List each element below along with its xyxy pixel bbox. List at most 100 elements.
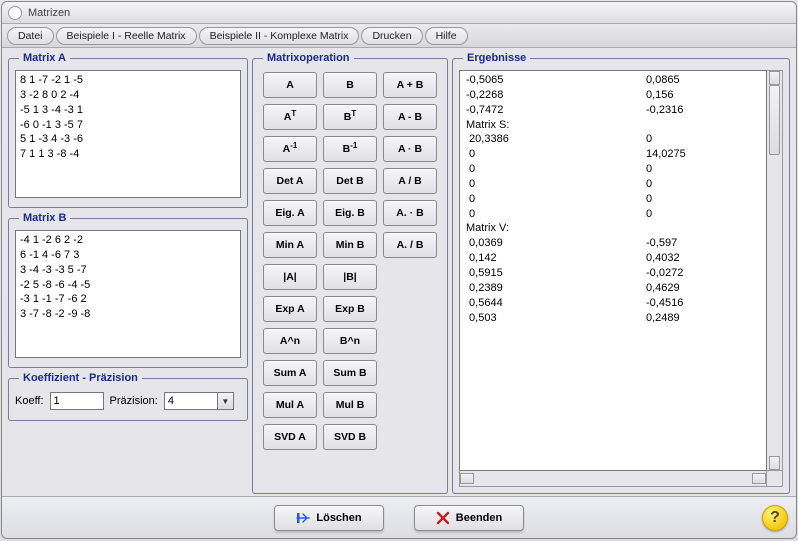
op-b-inverse[interactable]: B-1 (323, 136, 377, 162)
results-row: 0,5030,2489 (466, 311, 760, 326)
results-cell: 0 (646, 207, 760, 222)
op-a-dot-times-b[interactable]: A. · B (383, 200, 437, 226)
op-sum-b[interactable]: Sum B (323, 360, 377, 386)
praezision-label: Präzision: (110, 395, 158, 407)
results-row: 20,33860 (466, 132, 760, 147)
results-cell: 0,142 (466, 251, 646, 266)
results-row: 014,0275 (466, 147, 760, 162)
menu-beispiele-1[interactable]: Beispiele I - Reelle Matrix (56, 27, 197, 45)
op-a-plus-b[interactable]: A + B (383, 72, 437, 98)
results-textarea[interactable]: -0,50650,0865-0,22680,156-0,7472-0,2316M… (459, 70, 767, 471)
help-icon[interactable]: ? (762, 505, 788, 531)
results-cell: -0,5065 (466, 73, 646, 88)
exit-button[interactable]: Beenden (414, 505, 524, 531)
legend-matrix-b: Matrix B (19, 212, 70, 224)
op-min-a[interactable]: Min A (263, 232, 317, 258)
results-cell: -0,4516 (646, 296, 760, 311)
op-eig-b[interactable]: Eig. B (323, 200, 377, 226)
clear-icon (296, 511, 310, 525)
results-cell: 0,5915 (466, 266, 646, 281)
results-cell: 20,3386 (466, 132, 646, 147)
scrollbar-thumb[interactable] (769, 85, 780, 155)
results-cell: 0,2389 (466, 281, 646, 296)
results-cell: 0 (646, 192, 760, 207)
op-a-transpose[interactable]: AT (263, 104, 317, 130)
op-a[interactable]: A (263, 72, 317, 98)
op-svd-b[interactable]: SVD B (323, 424, 377, 450)
op-a-pow-n[interactable]: A^n (263, 328, 317, 354)
op-abs-b[interactable]: |B| (323, 264, 377, 290)
op-exp-b[interactable]: Exp B (323, 296, 377, 322)
op-abs-a[interactable]: |A| (263, 264, 317, 290)
results-cell: Matrix V: (466, 221, 646, 236)
app-window: Matrizen Datei Beispiele I - Reelle Matr… (1, 1, 797, 539)
chevron-down-icon: ▼ (221, 397, 229, 406)
menu-beispiele-2[interactable]: Beispiele II - Komplexe Matrix (199, 27, 360, 45)
results-cell: 14,0275 (646, 147, 760, 162)
legend-matrixoperation: Matrixoperation (263, 52, 354, 64)
op-b[interactable]: B (323, 72, 377, 98)
op-a-times-b[interactable]: A · B (383, 136, 437, 162)
op-a-inverse[interactable]: A-1 (263, 136, 317, 162)
op-mul-b[interactable]: Mul B (323, 392, 377, 418)
window-title: Matrizen (28, 7, 70, 19)
results-row: 00 (466, 162, 760, 177)
op-svd-a[interactable]: SVD A (263, 424, 317, 450)
results-cell: 0,4032 (646, 251, 760, 266)
op-b-transpose[interactable]: BT (323, 104, 377, 130)
titlebar[interactable]: Matrizen (2, 2, 796, 24)
op-min-b[interactable]: Min B (323, 232, 377, 258)
results-cell (646, 118, 760, 133)
app-icon (8, 6, 22, 20)
results-cell: 0 (466, 177, 646, 192)
op-exp-a[interactable]: Exp A (263, 296, 317, 322)
op-det-a[interactable]: Det A (263, 168, 317, 194)
results-cell: 0,2489 (646, 311, 760, 326)
content-area: Matrix A Matrix B Koeffizient - Präzisio… (2, 48, 796, 496)
exit-button-label: Beenden (456, 512, 502, 524)
results-scrollbar-horizontal[interactable] (459, 471, 767, 487)
koeff-label: Koeff: (15, 395, 44, 407)
menu-drucken[interactable]: Drucken (361, 27, 422, 45)
scrollbar-corner (767, 471, 783, 487)
menu-datei[interactable]: Datei (7, 27, 54, 45)
bottom-toolbar: Löschen Beenden ? (2, 496, 796, 538)
left-column: Matrix A Matrix B Koeffizient - Präzisio… (8, 52, 248, 494)
results-row: -0,50650,0865 (466, 73, 760, 88)
koeff-input[interactable] (50, 392, 104, 410)
op-a-dot-div-b[interactable]: A. / B (383, 232, 437, 258)
matrix-a-input[interactable] (15, 70, 241, 198)
praezision-dropdown-button[interactable]: ▼ (218, 392, 234, 410)
fieldset-matrix-a: Matrix A (8, 52, 248, 208)
clear-button-label: Löschen (316, 512, 361, 524)
results-row: 0,5644-0,4516 (466, 296, 760, 311)
results-row: Matrix V: (466, 221, 760, 236)
fieldset-ergebnisse: Ergebnisse -0,50650,0865-0,22680,156-0,7… (452, 52, 790, 494)
results-cell: 0,0369 (466, 236, 646, 251)
results-cell: 0 (466, 207, 646, 222)
results-wrap: -0,50650,0865-0,22680,156-0,7472-0,2316M… (459, 70, 783, 487)
results-cell: 0,0865 (646, 73, 760, 88)
op-a-div-b[interactable]: A / B (383, 168, 437, 194)
op-eig-a[interactable]: Eig. A (263, 200, 317, 226)
op-b-pow-n[interactable]: B^n (323, 328, 377, 354)
fieldset-matrix-b: Matrix B (8, 212, 248, 368)
results-cell (646, 221, 760, 236)
legend-matrix-a: Matrix A (19, 52, 70, 64)
menu-hilfe[interactable]: Hilfe (425, 27, 468, 45)
matrix-b-input[interactable] (15, 230, 241, 358)
legend-koeffizient: Koeffizient - Präzision (19, 372, 142, 384)
op-sum-a[interactable]: Sum A (263, 360, 317, 386)
menubar: Datei Beispiele I - Reelle Matrix Beispi… (2, 24, 796, 48)
legend-ergebnisse: Ergebnisse (463, 52, 530, 64)
praezision-spinner: ▼ (164, 392, 234, 410)
results-cell: -0,597 (646, 236, 760, 251)
op-mul-a[interactable]: Mul A (263, 392, 317, 418)
results-scrollbar-vertical[interactable] (767, 70, 783, 471)
fieldset-koeffizient: Koeffizient - Präzision Koeff: Präzision… (8, 372, 248, 421)
praezision-input[interactable] (164, 392, 218, 410)
clear-button[interactable]: Löschen (274, 505, 384, 531)
results-cell: Matrix S: (466, 118, 646, 133)
op-a-minus-b[interactable]: A - B (383, 104, 437, 130)
op-det-b[interactable]: Det B (323, 168, 377, 194)
